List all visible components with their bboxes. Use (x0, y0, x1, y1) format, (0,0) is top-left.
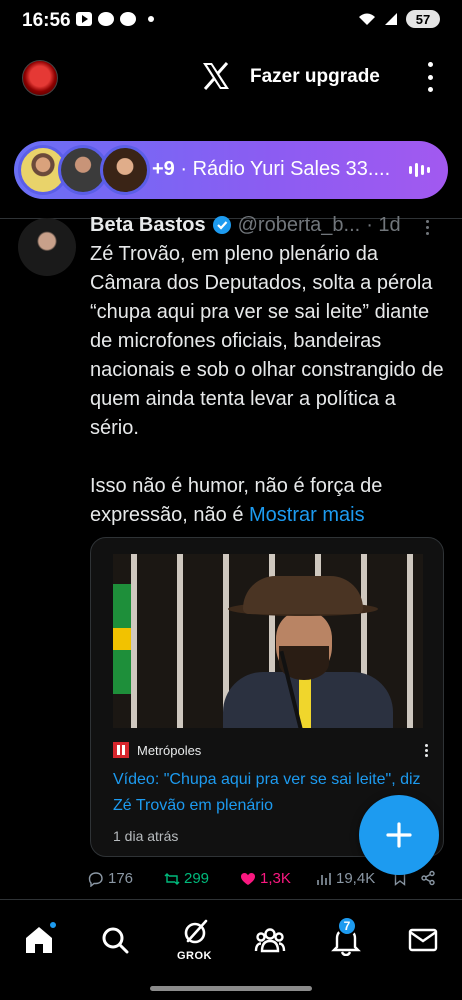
compose-post-button[interactable] (359, 795, 439, 875)
audio-wave-icon (409, 163, 430, 177)
author-name[interactable]: Beta Bastos (90, 214, 206, 237)
tweet-time: · 1d (366, 213, 401, 236)
status-time: 16:56 (22, 10, 71, 31)
communities-icon (254, 928, 286, 953)
space-title: · Rádio Yuri Sales 33.... (180, 158, 391, 180)
nav-grok[interactable] (178, 914, 214, 950)
nav-search[interactable] (97, 922, 133, 958)
like-count: 1,3K (260, 870, 291, 887)
share-icon (421, 870, 435, 886)
live-space-pill[interactable]: +9 · Rádio Yuri Sales 33.... (14, 141, 448, 199)
plus-icon (386, 822, 412, 848)
share-button[interactable] (420, 870, 436, 886)
show-more-link[interactable]: Mostrar mais (249, 504, 365, 526)
gesture-home-indicator (150, 986, 312, 991)
signal-icon (385, 13, 397, 25)
retweet-icon (164, 872, 180, 885)
home-unread-dot (48, 920, 58, 930)
card-date: 1 dia atrás (113, 828, 179, 844)
views-button[interactable]: 19,4K (316, 870, 375, 887)
nav-home[interactable] (21, 920, 58, 958)
reply-count: 176 (108, 870, 134, 887)
card-thumbnail[interactable] (113, 554, 423, 728)
more-options-icon[interactable] (425, 62, 435, 92)
verified-badge-icon (212, 216, 231, 234)
author-avatar[interactable] (18, 218, 76, 276)
upgrade-button[interactable]: Fazer upgrade (250, 66, 380, 88)
space-participants (18, 145, 168, 195)
bottom-navigation: GROK 7 (0, 899, 462, 1000)
card-more-icon[interactable] (425, 744, 428, 757)
reply-icon (88, 871, 103, 887)
nav-messages[interactable] (405, 922, 441, 958)
retweet-count: 299 (184, 870, 210, 887)
metropoles-logo-icon (113, 742, 129, 758)
app-icon (98, 12, 114, 26)
tweet-paragraph: Isso não é humor, não é força de express… (90, 475, 383, 526)
status-notification-icons (76, 12, 154, 26)
card-source-name: Metrópoles (137, 742, 202, 758)
nav-communities[interactable] (252, 922, 288, 958)
tweet-more-icon[interactable] (426, 220, 429, 235)
grok-icon (184, 919, 208, 944)
more-notifications-dot-icon (148, 16, 154, 22)
status-bar: 16:56 57 (0, 0, 462, 44)
x-logo-icon (203, 62, 229, 90)
battery-indicator: 57 (406, 10, 440, 28)
notifications-badge: 7 (337, 916, 357, 936)
space-count: +9 (152, 158, 175, 180)
retweet-button[interactable]: 299 (164, 870, 209, 887)
author-handle[interactable]: @roberta_b... (238, 214, 361, 237)
profile-avatar[interactable] (22, 60, 58, 96)
status-system-icons: 57 (358, 10, 440, 28)
tweet-header: Beta Bastos @roberta_b... · 1d (90, 210, 450, 240)
tweet-text[interactable]: Zé Trovão, em pleno plenário da Câmara d… (90, 240, 450, 530)
wifi-icon (359, 13, 375, 25)
search-icon (102, 927, 129, 954)
card-source: Metrópoles (113, 742, 201, 758)
views-icon (317, 872, 331, 885)
flag-image (113, 584, 131, 694)
top-header: Fazer upgrade (0, 52, 462, 104)
participant-avatar (100, 145, 150, 195)
tweet-paragraph: Zé Trovão, em pleno plenário da Câmara d… (90, 243, 444, 439)
chat-icon (120, 12, 136, 26)
space-label: +9 · Rádio Yuri Sales 33.... (152, 158, 390, 181)
like-button[interactable]: 1,3K (240, 870, 291, 887)
mail-icon (408, 928, 438, 952)
grok-label: GROK (177, 950, 212, 962)
reply-button[interactable]: 176 (88, 870, 133, 887)
youtube-icon (76, 12, 92, 26)
views-count: 19,4K (336, 870, 376, 887)
heart-icon (241, 872, 255, 885)
